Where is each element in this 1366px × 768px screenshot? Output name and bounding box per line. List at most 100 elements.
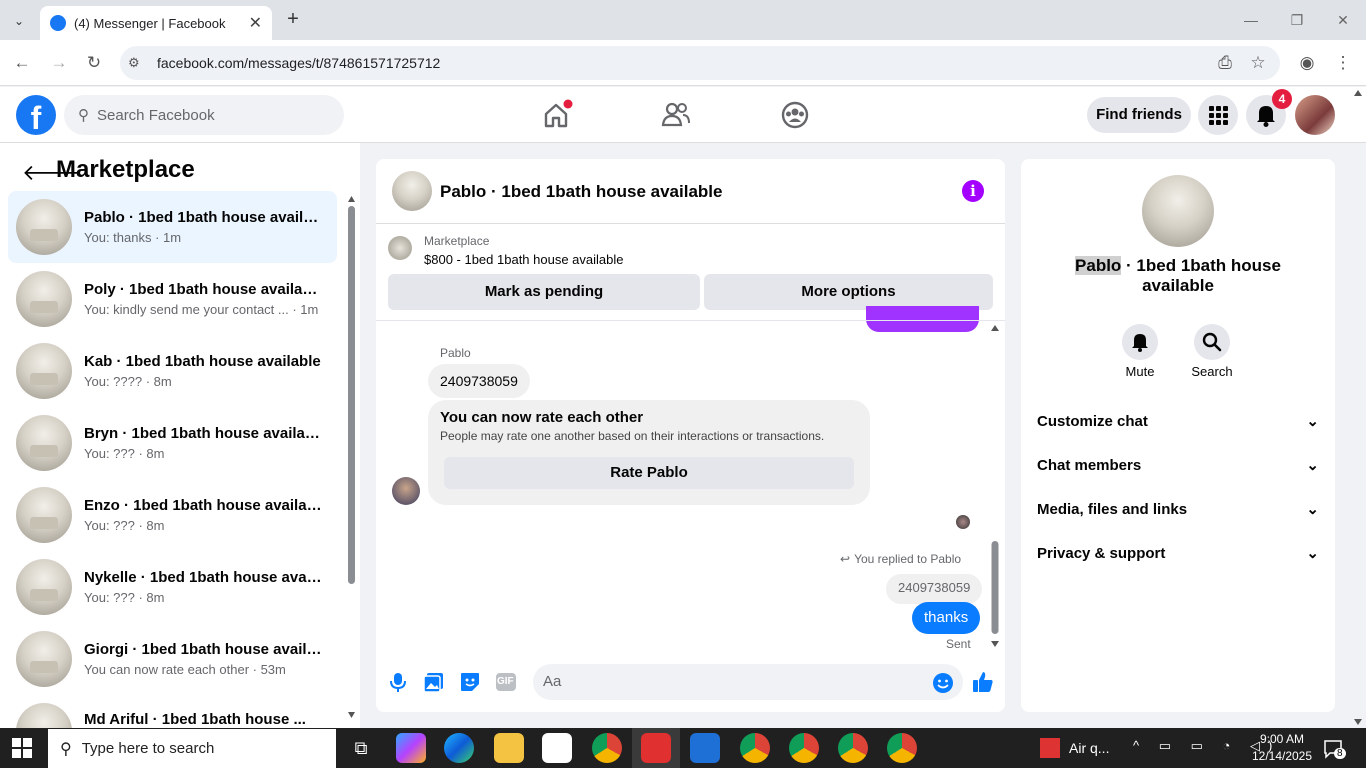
details-name[interactable]: Pablo · 1bed 1bath house available bbox=[1060, 256, 1296, 296]
weather-icon[interactable] bbox=[1040, 738, 1060, 758]
rate-card-subtitle: People may rate one another based on the… bbox=[440, 429, 825, 443]
gif-icon[interactable]: GIF bbox=[494, 670, 518, 694]
tab-title: (4) Messenger | Facebook bbox=[74, 15, 226, 31]
chevron-down-icon: ⌄ bbox=[1306, 413, 1319, 430]
thumbs-up-icon[interactable] bbox=[971, 670, 995, 694]
tab-search-icon[interactable]: ⌄ bbox=[8, 10, 30, 32]
menu-grid-icon[interactable] bbox=[1198, 95, 1238, 135]
row-label: Customize chat bbox=[1037, 412, 1148, 430]
conversation-preview: You: thanks · 1m bbox=[84, 230, 182, 245]
chrome-icon[interactable] bbox=[592, 733, 622, 763]
home-icon[interactable] bbox=[539, 98, 573, 132]
edge-icon[interactable] bbox=[444, 733, 474, 763]
account-avatar[interactable] bbox=[1295, 95, 1335, 135]
sender-avatar[interactable] bbox=[392, 477, 420, 505]
conversation-preview: You can now rate each other · 53m bbox=[84, 662, 286, 677]
conversation-item[interactable]: Nykelle · 1bed 1bath house avail... You: … bbox=[8, 551, 337, 623]
sticker-icon[interactable] bbox=[458, 670, 482, 694]
restore-button[interactable]: ❐ bbox=[1282, 8, 1312, 32]
emoji-icon[interactable] bbox=[931, 671, 955, 695]
customize-chat-row[interactable]: Customize chat ⌄ bbox=[1037, 409, 1319, 433]
rate-pablo-button[interactable]: Rate Pablo bbox=[444, 457, 854, 489]
message-input[interactable]: Aa bbox=[533, 664, 963, 700]
conversation-preview: You: ??? · 8m bbox=[84, 518, 165, 533]
reply-indicator: ↩ You replied to Pablo bbox=[840, 552, 961, 566]
close-window-button[interactable]: ✕ bbox=[1328, 8, 1358, 32]
chrome-icon[interactable] bbox=[838, 733, 868, 763]
chat-members-row[interactable]: Chat members ⌄ bbox=[1037, 453, 1319, 477]
taskbar-search-input[interactable]: ⚲ Type here to search bbox=[48, 729, 336, 768]
facebook-logo[interactable]: f bbox=[16, 95, 56, 135]
site-info-icon[interactable]: ⚙ bbox=[128, 55, 140, 71]
url-text[interactable]: facebook.com/messages/t/874861571725712 bbox=[157, 55, 440, 71]
details-avatar[interactable] bbox=[1142, 175, 1214, 247]
divider bbox=[376, 223, 1005, 224]
outgoing-message[interactable]: thanks bbox=[912, 602, 981, 634]
chrome-icon[interactable] bbox=[740, 733, 770, 763]
conversation-item[interactable]: Bryn · 1bed 1bath house available You: ??… bbox=[8, 407, 337, 479]
weather-label[interactable]: Air q... bbox=[1069, 740, 1109, 756]
marketplace-title: Marketplace bbox=[56, 156, 195, 183]
conversation-item[interactable]: Pablo · 1bed 1bath house available You: t… bbox=[8, 191, 337, 263]
info-icon[interactable]: i bbox=[962, 180, 984, 202]
facebook-search-input[interactable]: ⚲ Search Facebook bbox=[64, 95, 344, 135]
taskbar-clock[interactable]: 9:00 AM 12/14/2025 bbox=[1250, 731, 1314, 765]
conversation-item[interactable]: Giorgi · 1bed 1bath house availa... You c… bbox=[8, 623, 337, 695]
chrome-icon[interactable] bbox=[887, 733, 917, 763]
microsoft-store-icon[interactable] bbox=[542, 733, 572, 763]
photo-icon[interactable] bbox=[422, 670, 446, 694]
back-icon[interactable]: ← bbox=[9, 50, 35, 76]
details-name-highlight: Pablo bbox=[1075, 256, 1122, 275]
profile-icon[interactable]: ◉ bbox=[1294, 50, 1320, 76]
quoted-message[interactable]: 2409738059 bbox=[886, 574, 983, 604]
conversation-item[interactable]: Enzo · 1bed 1bath house available You: ??… bbox=[8, 479, 337, 551]
app-icon[interactable] bbox=[641, 733, 671, 763]
mark-as-pending-button[interactable]: Mark as pending bbox=[388, 274, 700, 310]
listing-avatar bbox=[388, 236, 412, 260]
windows-start-icon[interactable] bbox=[12, 738, 32, 758]
mute-button[interactable] bbox=[1122, 324, 1158, 360]
listing-title[interactable]: $800 - 1bed 1bath house available bbox=[424, 252, 624, 267]
conversation-name: Md Ariful · 1bed 1bath house ... bbox=[84, 711, 306, 728]
microphone-icon[interactable] bbox=[386, 670, 410, 694]
browser-tab-active[interactable]: (4) Messenger | Facebook ✕ bbox=[40, 6, 272, 40]
search-label: Search bbox=[1191, 364, 1233, 379]
groups-icon[interactable] bbox=[778, 98, 812, 132]
find-friends-button[interactable]: Find friends bbox=[1087, 97, 1191, 133]
row-label: Privacy & support bbox=[1037, 544, 1166, 562]
close-tab-icon[interactable]: ✕ bbox=[249, 13, 262, 33]
facebook-favicon-icon bbox=[50, 15, 66, 31]
copilot-icon[interactable] bbox=[396, 733, 426, 763]
reload-icon[interactable]: ↻ bbox=[81, 50, 107, 76]
chat-scrollbar[interactable] bbox=[990, 325, 1000, 647]
bookmark-star-icon[interactable]: ☆ bbox=[1245, 50, 1271, 76]
outlook-icon[interactable] bbox=[690, 733, 720, 763]
notification-center-icon[interactable]: 8 bbox=[1322, 738, 1346, 760]
chat-avatar[interactable] bbox=[392, 171, 432, 211]
conversation-item[interactable]: Poly · 1bed 1bath house available You: ki… bbox=[8, 263, 337, 335]
more-options-button[interactable]: More options bbox=[704, 274, 993, 310]
browser-menu-icon[interactable]: ⋮ bbox=[1330, 50, 1356, 76]
chrome-icon[interactable] bbox=[789, 733, 819, 763]
reply-arrow-icon: ↩ bbox=[840, 552, 851, 566]
privacy-support-row[interactable]: Privacy & support ⌄ bbox=[1037, 541, 1319, 565]
sidebar-scrollbar[interactable] bbox=[347, 196, 356, 718]
task-view-icon[interactable]: ⧉ bbox=[346, 733, 376, 763]
conversation-item[interactable]: Kab · 1bed 1bath house available You: ???… bbox=[8, 335, 337, 407]
reply-indicator-text: You replied to Pablo bbox=[854, 552, 962, 566]
file-explorer-icon[interactable] bbox=[494, 733, 524, 763]
media-files-links-row[interactable]: Media, files and links ⌄ bbox=[1037, 497, 1319, 521]
conversation-item[interactable]: Md Ariful · 1bed 1bath house ... bbox=[8, 695, 337, 728]
install-app-icon[interactable]: ⎙ bbox=[1212, 50, 1238, 76]
page-scrollbar[interactable] bbox=[1352, 90, 1364, 725]
forward-icon[interactable]: → bbox=[46, 50, 72, 76]
listing-thumbnail bbox=[16, 703, 72, 728]
minimize-button[interactable]: — bbox=[1236, 8, 1266, 32]
new-tab-button[interactable]: + bbox=[282, 8, 304, 30]
chat-title[interactable]: Pablo · 1bed 1bath house available bbox=[440, 182, 722, 202]
friends-icon[interactable] bbox=[659, 98, 693, 132]
search-conversation-button[interactable] bbox=[1194, 324, 1230, 360]
conversation-name: Giorgi · 1bed 1bath house availa... bbox=[84, 641, 324, 658]
conversation-name: Bryn · 1bed 1bath house available bbox=[84, 425, 324, 442]
incoming-message[interactable]: 2409738059 bbox=[428, 364, 530, 398]
